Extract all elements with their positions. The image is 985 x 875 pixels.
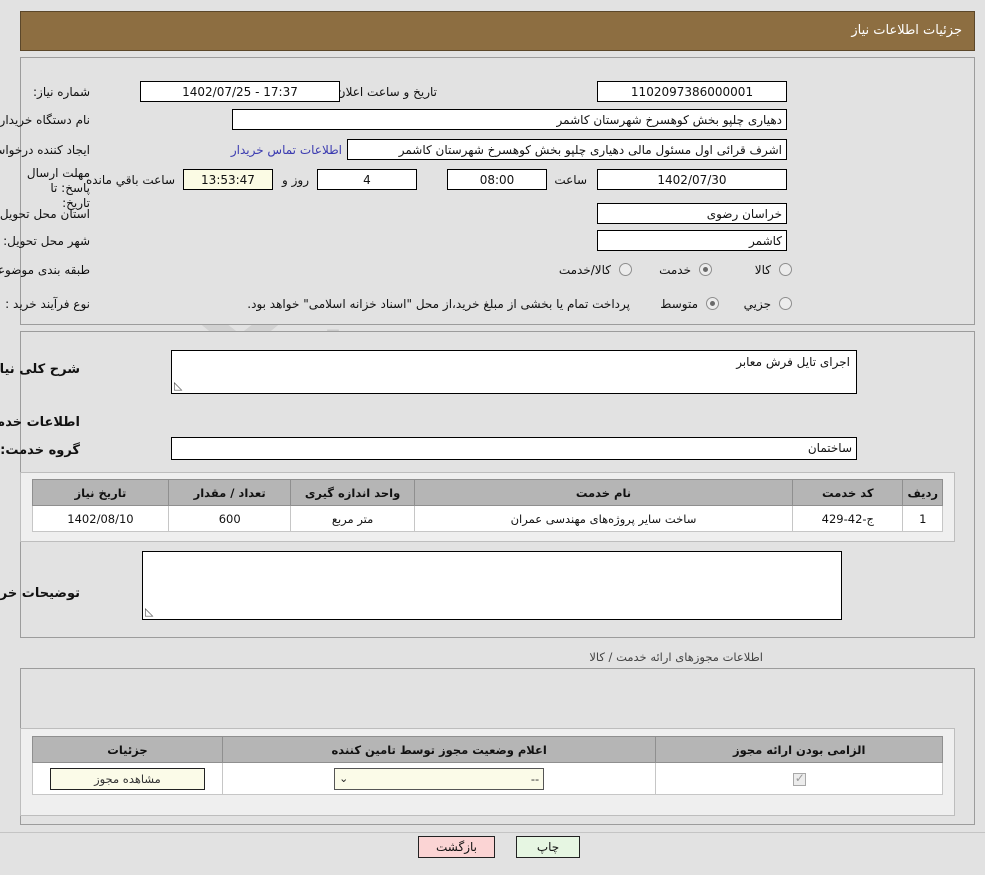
label-deadline-hour: ساعت	[554, 173, 587, 187]
label-buyer-org: نام دستگاه خریدار:	[0, 113, 90, 127]
col-qty: تعداد / مقدار	[167, 479, 292, 506]
resize-handle-icon[interactable]: ◺	[174, 380, 186, 392]
label-need-number: شماره نیاز:	[33, 85, 90, 99]
permit-status-select[interactable]: -- ⌄	[334, 767, 545, 790]
label-general-desc: شرح کلی نیاز:	[0, 362, 80, 377]
permits-table: الزامی بودن ارائه مجوز اعلام وضعیت مجوز …	[32, 736, 943, 795]
payment-note: پرداخت تمام یا بخشی از مبلغ خرید،از محل …	[247, 297, 630, 311]
services-info-title: اطلاعات خدمات مورد نیاز	[0, 415, 80, 430]
items-table: ردیف کد خدمت نام خدمت واحد اندازه گیری ت…	[32, 479, 943, 532]
field-deadline-hour[interactable]: 08:00	[447, 169, 547, 190]
radio-category-kala[interactable]	[779, 263, 792, 276]
table-row: 1 ج-42-429 ساخت سایر پروژه‌های مهندسی عم…	[32, 505, 943, 532]
field-countdown-timer: 13:53:47	[183, 169, 273, 190]
page-root: ✓ anaTender.net جزئیات اطلاعات نیاز شمار…	[0, 0, 985, 875]
buyer-contact-link[interactable]: اطلاعات تماس خریدار	[231, 143, 342, 157]
cell-qty: 600	[167, 505, 292, 532]
permit-status-value: --	[530, 771, 540, 786]
field-buyer-comments[interactable]: ◺	[142, 551, 842, 620]
field-service-group[interactable]: ساختمان	[171, 437, 857, 460]
page-header-bar: جزئیات اطلاعات نیاز	[20, 11, 975, 51]
print-button[interactable]: چاپ	[516, 836, 580, 858]
field-city[interactable]: کاشمر	[597, 230, 787, 251]
label-days: روز و	[282, 173, 309, 187]
label-countdown: ساعت باقي مانده	[85, 173, 175, 187]
radio-process-jozei[interactable]	[779, 297, 792, 310]
col-name: نام خدمت	[413, 479, 794, 506]
radio-category-kala-khedmat[interactable]	[619, 263, 632, 276]
field-need-number[interactable]: 1102097386000001	[597, 81, 787, 102]
cell-unit: متر مربع	[290, 505, 415, 532]
radio-label-category-2: کالا/خدمت	[558, 263, 611, 277]
radio-label-category-1: خدمت	[659, 263, 691, 277]
footer-divider	[0, 832, 985, 833]
field-requester[interactable]: اشرف قرائی اول مسئول مالی دهیاری چلپو بخ…	[347, 139, 787, 160]
field-deadline-date[interactable]: 1402/07/30	[597, 169, 787, 190]
items-table-header-row: ردیف کد خدمت نام خدمت واحد اندازه گیری ت…	[32, 479, 943, 506]
col-unit: واحد اندازه گیری	[290, 479, 415, 506]
page-title: جزئیات اطلاعات نیاز	[851, 23, 962, 38]
cell-permit-required	[655, 762, 943, 795]
col-row: ردیف	[902, 479, 943, 506]
table-row: -- ⌄ مشاهده مجوز	[32, 762, 943, 795]
resize-handle-icon-2[interactable]: ◺	[145, 606, 157, 618]
label-province: استان محل تحویل:	[0, 207, 90, 221]
back-button[interactable]: بازگشت	[418, 836, 495, 858]
permits-table-header-row: الزامی بودن ارائه مجوز اعلام وضعیت مجوز …	[32, 736, 943, 763]
field-buyer-org[interactable]: دهیاری چلپو بخش کوهسرخ شهرستان کاشمر	[232, 109, 787, 130]
label-buyer-comments: توضیحات خریدار:	[0, 586, 80, 601]
view-permit-button[interactable]: مشاهده مجوز	[49, 767, 205, 790]
col-code: کد خدمت	[792, 479, 904, 506]
field-province[interactable]: خراسان رضوی	[597, 203, 787, 224]
col-date: تاریخ نیاز	[32, 479, 169, 506]
cell-date: 1402/08/10	[32, 505, 169, 532]
field-announce-datetime[interactable]: 1402/07/25 - 17:37	[140, 81, 340, 102]
field-days-remaining[interactable]: 4	[317, 169, 417, 190]
cell-name: ساخت سایر پروژه‌های مهندسی عمران	[413, 505, 794, 532]
cell-row: 1	[902, 505, 943, 532]
label-category: طبقه بندی موضوعی:	[0, 263, 90, 277]
label-deadline: مهلت ارسال پاسخ: تا تاریخ:	[26, 166, 90, 210]
radio-label-process-0: جزيي	[743, 297, 771, 311]
radio-category-khedmat[interactable]	[699, 263, 712, 276]
label-city: شهر محل تحویل:	[3, 234, 90, 248]
cell-permit-details: مشاهده مجوز	[32, 762, 223, 795]
field-general-desc[interactable]: اجرای تایل فرش معابر ◺	[171, 350, 857, 394]
col-permit-details: جزئیات	[32, 736, 223, 763]
permit-required-checkbox[interactable]	[792, 771, 806, 786]
label-requester: ایجاد کننده درخواست:	[0, 143, 90, 157]
label-service-group: گروه خدمت:	[0, 443, 80, 458]
cell-code: ج-42-429	[792, 505, 904, 532]
label-process: نوع فرآیند خرید :	[5, 297, 90, 311]
general-desc-text: اجرای تایل فرش معابر	[736, 355, 850, 369]
permits-section-title: اطلاعات مجوزهای ارائه خدمت / کالا	[589, 650, 763, 664]
col-permit-required: الزامی بودن ارائه مجوز	[655, 736, 943, 763]
cell-permit-status: -- ⌄	[221, 762, 657, 795]
radio-label-process-1: متوسط	[660, 297, 698, 311]
radio-label-category-0: کالا	[754, 263, 771, 277]
radio-process-motevaset[interactable]	[706, 297, 719, 310]
chevron-down-icon: ⌄	[339, 771, 349, 785]
col-permit-status: اعلام وضعیت مجوز توسط تامین کننده	[221, 736, 657, 763]
